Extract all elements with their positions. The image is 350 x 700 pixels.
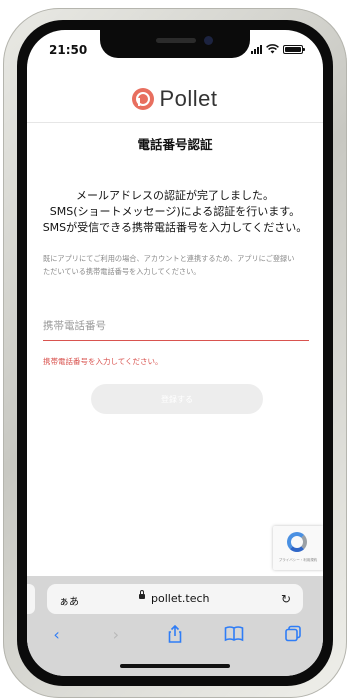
home-indicator[interactable] bbox=[120, 664, 230, 668]
forward-icon[interactable]: › bbox=[101, 625, 131, 644]
previous-tab-edge[interactable] bbox=[27, 584, 35, 614]
text-size-button[interactable]: ぁあ bbox=[59, 593, 79, 608]
back-icon[interactable]: ‹ bbox=[42, 625, 72, 644]
safari-nav: ‹ › bbox=[27, 620, 323, 648]
front-camera bbox=[204, 36, 213, 45]
phone-bezel: 21:50 Pollet 電話番号認証 メールアドレスの認証が完了しました。 S… bbox=[17, 20, 333, 686]
page-title: 電話番号認証 bbox=[137, 137, 213, 152]
pollet-logo-icon[interactable] bbox=[132, 88, 155, 110]
logo-text[interactable]: Pollet bbox=[159, 86, 217, 112]
note-line: ただいている携帯電話番号を入力してください。 bbox=[43, 267, 201, 276]
address-bar[interactable]: ぁあ pollet.tech ↻ bbox=[47, 584, 303, 614]
message-line: SMS(ショートメッセージ)による認証を行います。 bbox=[49, 205, 301, 218]
site-header: Pollet bbox=[27, 76, 323, 123]
phone-screen: 21:50 Pollet 電話番号認証 メールアドレスの認証が完了しました。 S… bbox=[27, 30, 323, 676]
message-line: メールアドレスの認証が完了しました。 bbox=[76, 189, 274, 202]
recaptcha-icon bbox=[287, 532, 307, 552]
verification-message: メールアドレスの認証が完了しました。 SMS(ショートメッセージ)による認証を行… bbox=[27, 188, 323, 236]
tabs-icon[interactable] bbox=[278, 625, 308, 643]
safari-toolbar: ぁあ pollet.tech ↻ ‹ › bbox=[27, 576, 323, 676]
note-line: 既にアプリにてご利用の場合、アカウントと連携するため、アプリにご登録い bbox=[43, 254, 295, 263]
app-link-note: 既にアプリにてご利用の場合、アカウントと連携するため、アプリにご登録い ただいて… bbox=[43, 252, 309, 278]
register-button[interactable]: 登録する bbox=[91, 384, 263, 414]
reload-icon[interactable]: ↻ bbox=[281, 592, 291, 606]
notch bbox=[100, 30, 250, 58]
status-icons bbox=[251, 44, 305, 54]
cellular-signal-icon bbox=[251, 45, 262, 54]
wifi-icon bbox=[266, 44, 279, 54]
url-text[interactable]: pollet.tech bbox=[151, 592, 210, 605]
phone-error-message: 携帯電話番号を入力してください。 bbox=[43, 357, 163, 366]
status-time: 21:50 bbox=[49, 43, 88, 57]
lock-icon bbox=[139, 590, 145, 599]
share-icon[interactable] bbox=[160, 625, 190, 643]
battery-icon bbox=[283, 45, 305, 54]
recaptcha-text: プライバシー・利用規約 bbox=[278, 558, 318, 562]
bookmarks-icon[interactable] bbox=[219, 625, 249, 643]
recaptcha-badge[interactable]: プライバシー・利用規約 bbox=[273, 526, 323, 570]
speaker-grille bbox=[156, 38, 196, 43]
phone-frame: 21:50 Pollet 電話番号認証 メールアドレスの認証が完了しました。 S… bbox=[3, 8, 347, 698]
message-line: SMSが受信できる携帯電話番号を入力してください。 bbox=[42, 221, 308, 234]
phone-number-input[interactable] bbox=[43, 312, 309, 341]
